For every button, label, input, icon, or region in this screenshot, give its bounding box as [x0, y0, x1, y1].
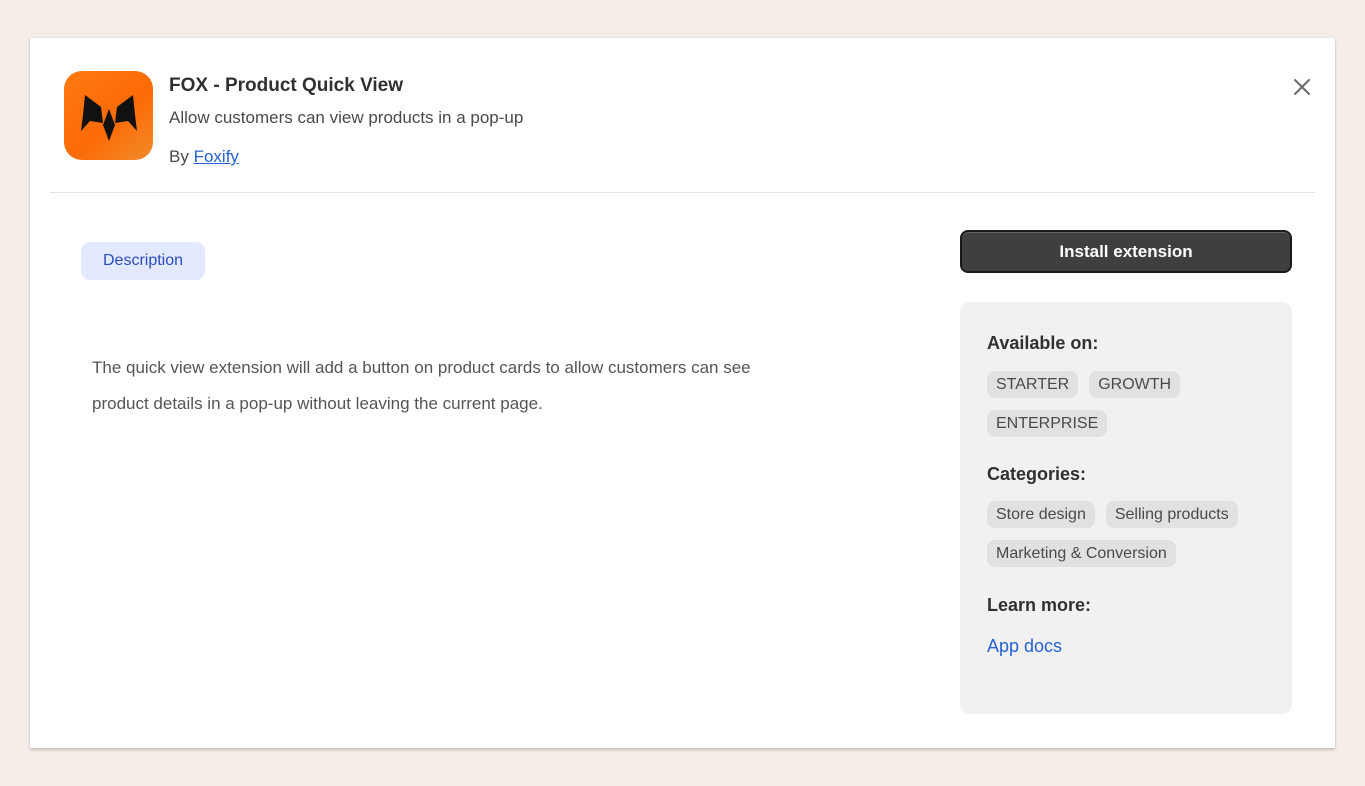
fox-logo-icon: [64, 71, 153, 160]
available-on-heading: Available on:: [987, 333, 1099, 353]
by-label: By: [169, 147, 189, 166]
details-panel: Available on: STARTER GROWTH ENTERPRISE …: [960, 302, 1292, 714]
extension-modal: FOX - Product Quick View Allow customers…: [30, 38, 1335, 748]
app-developer: By Foxify: [169, 147, 239, 167]
description-text: The quick view extension will add a butt…: [92, 350, 892, 422]
developer-link[interactable]: Foxify: [194, 147, 239, 166]
plan-chip: GROWTH: [1089, 371, 1181, 398]
app-docs-link[interactable]: App docs: [987, 636, 1062, 657]
tab-description[interactable]: Description: [81, 242, 205, 280]
install-extension-button[interactable]: Install extension: [960, 230, 1292, 273]
app-title: FOX - Product Quick View: [169, 75, 404, 96]
category-chip: Marketing & Conversion: [987, 540, 1176, 567]
plan-chip: STARTER: [987, 371, 1079, 398]
category-chips: Store design Selling products Marketing …: [987, 501, 1277, 567]
learn-more-heading: Learn more:: [987, 595, 1092, 615]
app-subtitle: Allow customers can view products in a p…: [169, 108, 524, 127]
plan-chips: STARTER GROWTH ENTERPRISE: [987, 371, 1277, 437]
categories-heading: Categories:: [987, 464, 1087, 484]
close-button[interactable]: [1287, 72, 1317, 102]
category-chip: Store design: [987, 501, 1095, 528]
category-chip: Selling products: [1105, 501, 1238, 528]
modal-header: FOX - Product Quick View Allow customers…: [50, 38, 1315, 193]
plan-chip: ENTERPRISE: [987, 410, 1108, 437]
close-icon: [1294, 79, 1310, 95]
description-line-2: product details in a pop-up without leav…: [92, 394, 543, 413]
description-line-1: The quick view extension will add a butt…: [92, 358, 751, 377]
